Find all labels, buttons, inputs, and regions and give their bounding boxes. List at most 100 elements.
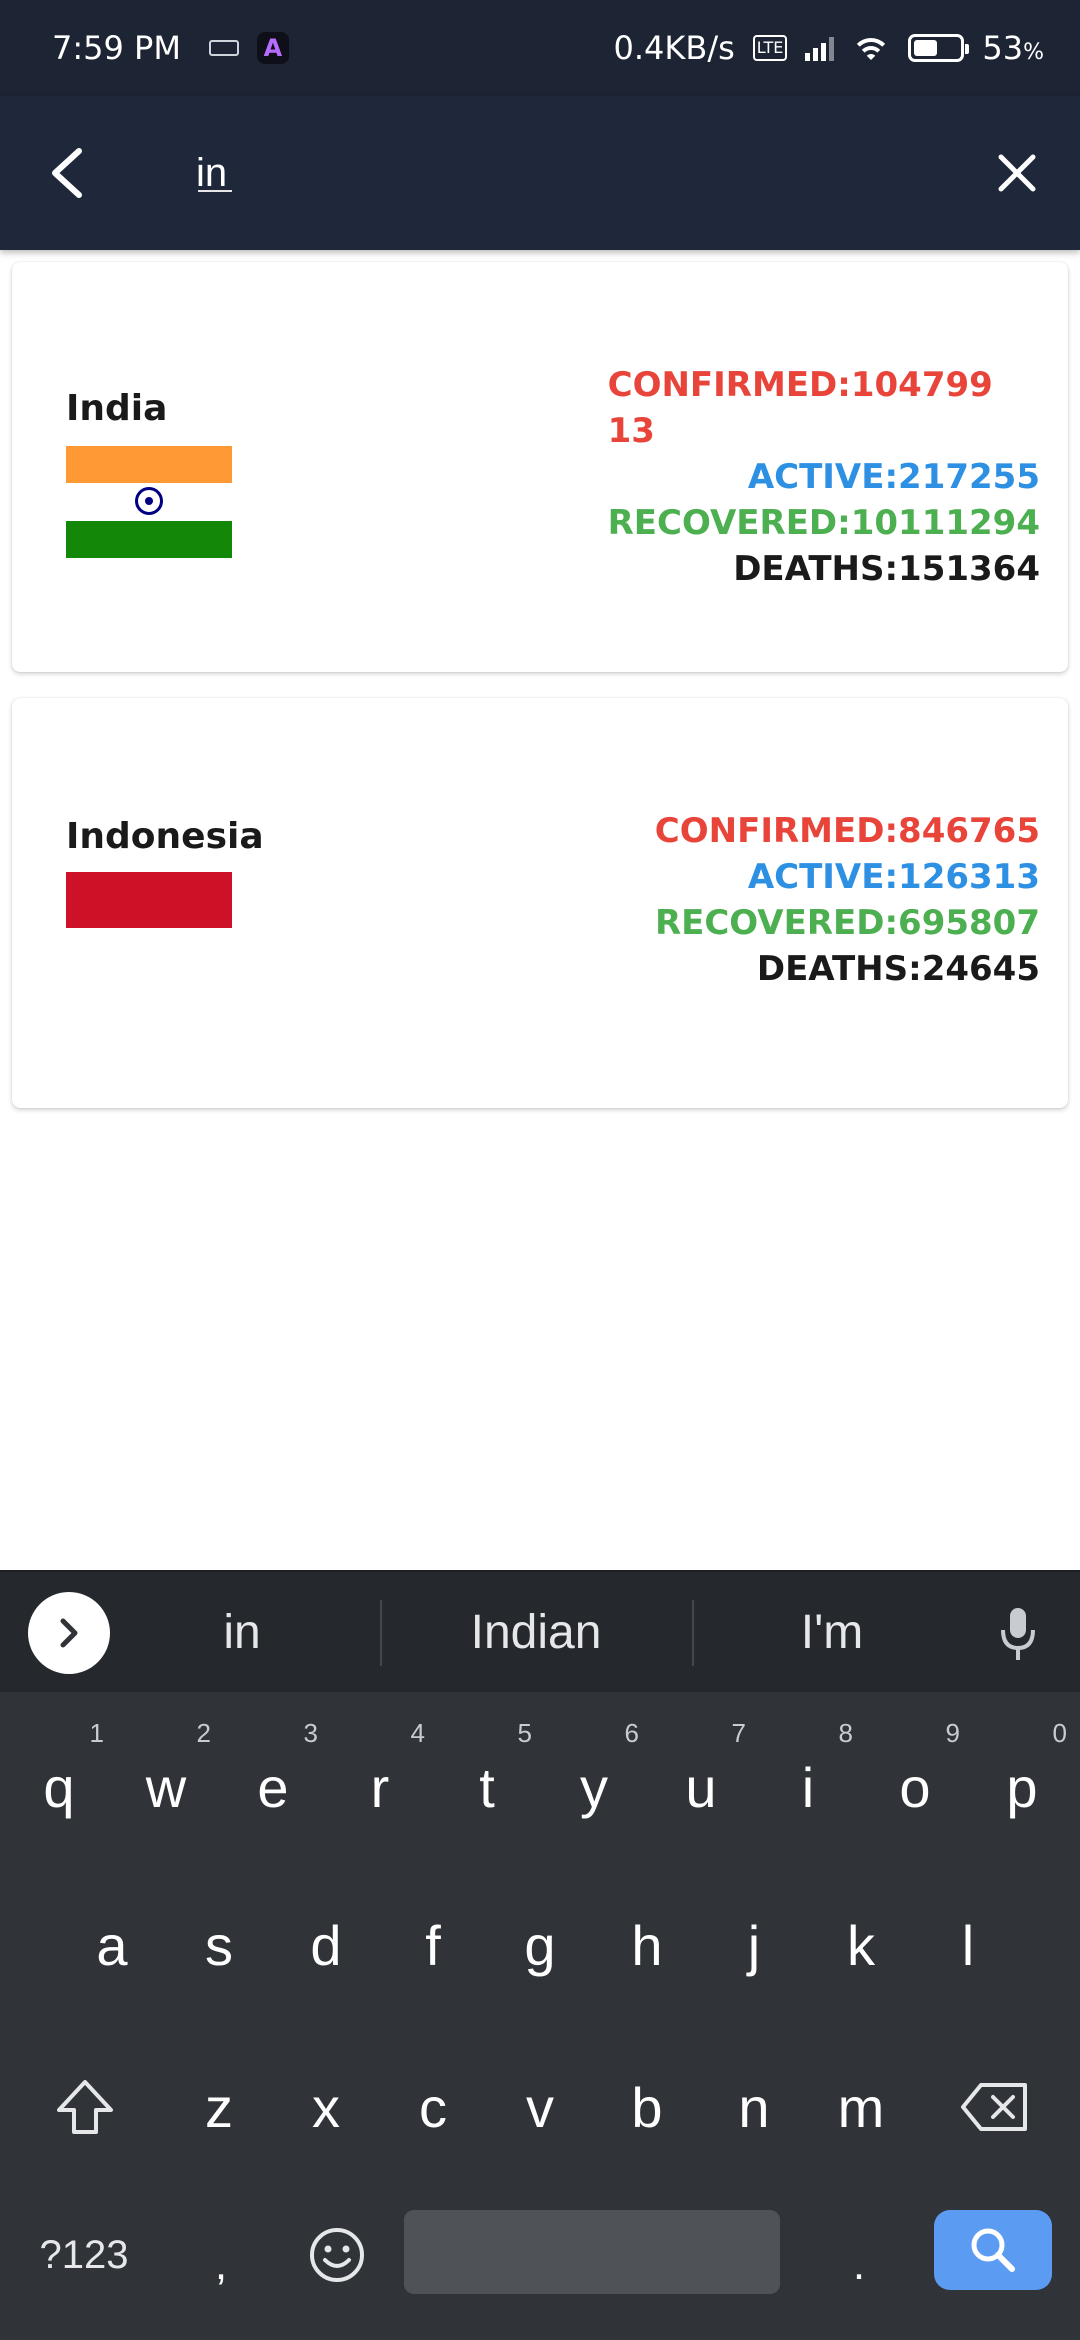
key-hint: 7 xyxy=(731,1718,746,1748)
key-label: n xyxy=(738,2075,770,2139)
key-label: x xyxy=(312,2075,340,2139)
key-hint: 9 xyxy=(945,1718,960,1748)
emoji-icon xyxy=(310,2228,364,2282)
country-stats: CONFIRMED:10479913 ACTIVE:217255 RECOVER… xyxy=(608,362,1040,592)
emoji-key[interactable] xyxy=(282,2210,392,2300)
key-hint: 0 xyxy=(1052,1718,1067,1748)
keyboard-notification-icon xyxy=(208,40,239,56)
country-name: India xyxy=(66,388,168,429)
key-m[interactable]: m xyxy=(808,2032,914,2182)
key-e[interactable]: e3 xyxy=(220,1712,326,1862)
app-notification-icon: A xyxy=(256,32,289,64)
search-app-bar xyxy=(0,96,1080,250)
active-count: ACTIVE:217255 xyxy=(747,457,1040,497)
suggestion-1[interactable]: in xyxy=(92,1600,392,1666)
key-x[interactable]: x xyxy=(273,2032,379,2182)
key-label: h xyxy=(631,1913,663,1977)
key-f[interactable]: f xyxy=(380,1870,486,2020)
key-h[interactable]: h xyxy=(594,1870,700,2020)
backspace-icon xyxy=(961,2083,1027,2131)
suggestion-2[interactable]: Indian xyxy=(386,1600,686,1666)
deaths-count: DEATHS:24645 xyxy=(756,949,1040,989)
comma-key[interactable]: , xyxy=(166,2220,276,2310)
key-v[interactable]: v xyxy=(487,2032,593,2182)
search-input[interactable] xyxy=(196,140,936,206)
key-label: d xyxy=(310,1913,342,1977)
close-icon xyxy=(998,154,1036,192)
key-j[interactable]: j xyxy=(701,1870,807,2020)
key-n[interactable]: n xyxy=(701,2032,807,2182)
key-label: l xyxy=(961,1913,975,1977)
key-u[interactable]: u7 xyxy=(648,1712,754,1862)
key-i[interactable]: i8 xyxy=(755,1712,861,1862)
key-hint: 3 xyxy=(303,1718,318,1748)
key-label: m xyxy=(837,2075,885,2139)
volte-icon: LTE xyxy=(752,35,788,61)
status-time: 7:59 PM xyxy=(52,29,181,67)
composing-underline xyxy=(198,190,232,192)
cell-signal-icon xyxy=(805,35,835,61)
key-hint: 6 xyxy=(624,1718,639,1748)
search-action-key[interactable] xyxy=(934,2210,1052,2290)
period-key[interactable]: . xyxy=(804,2220,914,2310)
key-r[interactable]: r4 xyxy=(327,1712,433,1862)
key-o[interactable]: o9 xyxy=(862,1712,968,1862)
key-label: a xyxy=(96,1913,128,1977)
backspace-key[interactable] xyxy=(936,2052,1054,2162)
symbols-key-label: ?123 xyxy=(39,2232,129,2277)
status-bar: 7:59 PM A 0.4KB/s LTE 53% xyxy=(0,0,1080,96)
key-hint: 1 xyxy=(89,1718,104,1748)
chevron-right-icon xyxy=(60,1618,78,1648)
key-a[interactable]: a xyxy=(59,1870,165,2020)
space-key[interactable] xyxy=(404,2210,780,2294)
recovered-count: RECOVERED:695807 xyxy=(654,903,1040,943)
key-b[interactable]: b xyxy=(594,2032,700,2182)
key-label: u xyxy=(685,1755,717,1819)
country-card-indonesia[interactable]: Indonesia CONFIRMED:846765 ACTIVE:126313… xyxy=(12,698,1068,1108)
status-right: 0.4KB/s LTE 53% xyxy=(614,29,1045,67)
shift-icon xyxy=(57,2080,113,2134)
key-c[interactable]: c xyxy=(380,2032,486,2182)
key-w[interactable]: w2 xyxy=(113,1712,219,1862)
key-y[interactable]: y6 xyxy=(541,1712,647,1862)
comma-key-label: , xyxy=(214,2240,228,2289)
key-label: p xyxy=(1006,1755,1038,1819)
suggestion-divider xyxy=(380,1600,382,1666)
india-flag-icon xyxy=(66,446,232,558)
suggestion-bar: in Indian I'm xyxy=(0,1570,1080,1692)
key-label: b xyxy=(631,2075,663,2139)
key-z[interactable]: z xyxy=(166,2032,272,2182)
symbols-key[interactable]: ?123 xyxy=(14,2220,154,2290)
back-button[interactable] xyxy=(30,136,104,210)
key-hint: 2 xyxy=(196,1718,211,1748)
recovered-count: RECOVERED:10111294 xyxy=(607,503,1040,543)
key-p[interactable]: p0 xyxy=(969,1712,1075,1862)
key-hint: 5 xyxy=(517,1718,532,1748)
key-t[interactable]: t5 xyxy=(434,1712,540,1862)
key-label: o xyxy=(899,1755,931,1819)
status-left: 7:59 PM A xyxy=(52,29,289,67)
key-l[interactable]: l xyxy=(915,1870,1021,2020)
key-s[interactable]: s xyxy=(166,1870,272,2020)
key-q[interactable]: q1 xyxy=(6,1712,112,1862)
key-label: w xyxy=(145,1755,187,1819)
period-key-label: . xyxy=(852,2240,866,2289)
confirmed-count: CONFIRMED:846765 xyxy=(654,811,1040,851)
key-k[interactable]: k xyxy=(808,1870,914,2020)
key-label: j xyxy=(747,1913,761,1977)
key-label: f xyxy=(425,1913,441,1977)
shift-key[interactable] xyxy=(26,2052,144,2162)
key-label: q xyxy=(43,1755,75,1819)
suggestion-3[interactable]: I'm xyxy=(682,1600,982,1666)
key-label: s xyxy=(205,1913,233,1977)
country-card-india[interactable]: India CONFIRMED:10479913 ACTIVE:217255 R… xyxy=(12,262,1068,672)
key-g[interactable]: g xyxy=(487,1870,593,2020)
key-d[interactable]: d xyxy=(273,1870,379,2020)
key-label: g xyxy=(524,1913,556,1977)
key-label: y xyxy=(580,1755,608,1819)
clear-search-button[interactable] xyxy=(980,136,1054,210)
key-label: i xyxy=(801,1755,815,1819)
active-count: ACTIVE:126313 xyxy=(747,857,1040,897)
arrow-back-icon xyxy=(52,148,82,198)
voice-input-button[interactable] xyxy=(982,1598,1054,1670)
